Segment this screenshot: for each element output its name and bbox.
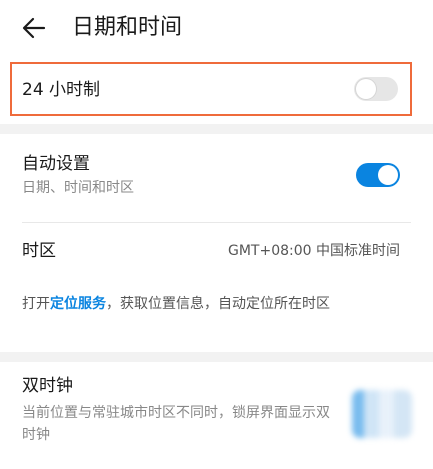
auto-setting-row[interactable]: 自动设置 日期、时间和时区 <box>0 134 433 222</box>
hint-prefix: 打开 <box>22 296 50 312</box>
24-hour-format-label: 24 小时制 <box>22 80 101 100</box>
location-service-link[interactable]: 定位服务 <box>50 296 106 312</box>
timezone-row[interactable]: 时区 GMT+08:00 中国标准时间 <box>0 223 433 279</box>
section-gap <box>0 124 433 134</box>
page-title: 日期和时间 <box>72 15 183 40</box>
dual-clock-row[interactable]: 双时钟 当前位置与常驻城市时区不同时，锁屏界面显示双时钟 <box>0 362 433 469</box>
toggle-knob <box>378 165 398 185</box>
dual-clock-toggle[interactable] <box>352 390 412 438</box>
hint-suffix: ，获取位置信息，自动定位所在时区 <box>106 296 330 312</box>
auto-setting-toggle[interactable] <box>356 163 400 187</box>
toggle-knob <box>356 79 376 99</box>
arrow-left-icon[interactable] <box>20 14 48 42</box>
timezone-value: GMT+08:00 中国标准时间 <box>227 243 400 259</box>
app-header: 日期和时间 <box>0 0 433 56</box>
dual-clock-title: 双时钟 <box>22 376 73 396</box>
24-hour-format-row[interactable]: 24 小时制 <box>10 62 412 116</box>
dual-clock-subtitle: 当前位置与常驻城市时区不同时，锁屏界面显示双时钟 <box>22 405 330 443</box>
auto-setting-subtitle: 日期、时间和时区 <box>22 180 134 196</box>
location-hint: 打开定位服务，获取位置信息，自动定位所在时区 <box>22 292 397 316</box>
24-hour-format-toggle[interactable] <box>354 77 398 101</box>
auto-setting-title: 自动设置 <box>22 154 90 174</box>
timezone-title: 时区 <box>22 241 56 261</box>
section-gap <box>0 352 433 362</box>
